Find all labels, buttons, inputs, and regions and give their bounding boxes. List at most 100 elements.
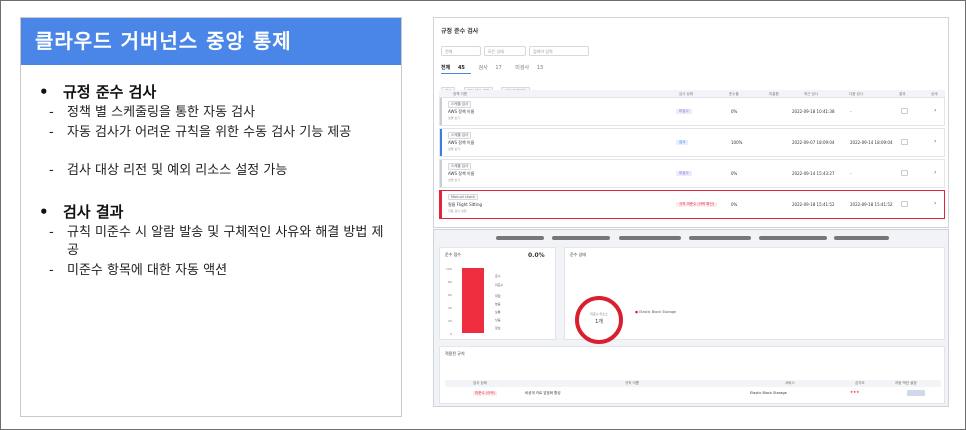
legend-item: 높음	[495, 302, 501, 306]
policy-name[interactable]: AWS 정책 이름	[448, 109, 474, 115]
ring-label: 미준수 리소스	[590, 312, 608, 316]
resource-legend: ● Elastic Block Storage	[635, 310, 676, 314]
chevron-right-icon[interactable]: ›	[934, 107, 936, 114]
y-tick: 80	[448, 280, 452, 284]
row-accent	[440, 191, 442, 218]
y-tick: 60	[448, 293, 452, 297]
list-item: - 자동 검사가 어려운 규칙을 위한 수동 검사 기능 제공	[49, 125, 352, 140]
next-check: -	[850, 109, 852, 114]
list-item: - 검사 대상 리전 및 예외 리소스 설정 가능	[49, 163, 288, 178]
chevron-right-icon[interactable]: ›	[934, 169, 936, 176]
legend-item: 정보	[495, 326, 501, 330]
compliance-rate: 0%	[731, 109, 738, 114]
tab-all[interactable]: 전체 45	[441, 65, 471, 74]
tab-unchecked[interactable]: 미검사 13	[515, 65, 549, 71]
next-check: 2022-09-18 15:41:52	[850, 202, 893, 207]
result-button[interactable]	[901, 139, 908, 145]
table-row[interactable]: 스케줄 검사 AWS 정책 이름 설명 보기 미검사 0% 2022-09-14 15:4…	[439, 159, 945, 188]
status-badge: 검사	[676, 140, 689, 145]
th: 규칙 이름	[625, 381, 639, 385]
th: 서비스	[785, 381, 795, 385]
last-check: 2022-09-18 10:41:38	[792, 109, 835, 114]
policy-name[interactable]: AWS 정책 이름	[448, 171, 474, 177]
legend-item: 낮음	[495, 318, 501, 322]
status-badge: 규칙 미준수 (이력 확인)	[676, 202, 718, 207]
status-badge: 미준수 (이력)	[473, 391, 497, 396]
result-button[interactable]	[901, 170, 908, 176]
rule-name: 비공개 키로 암호화 활성	[525, 391, 561, 395]
tab-bar: 전체 45 검사 17 미검사 13	[441, 64, 555, 74]
row-accent	[440, 160, 442, 187]
redacted-bar	[834, 236, 889, 240]
rules-table-header: 검사 상태 규칙 이름 서비스 심각도 자동 액션 설정	[445, 380, 941, 387]
redacted-bar	[689, 236, 751, 240]
compliance-rate: 100%	[731, 140, 743, 145]
compliance-rate: 0%	[731, 171, 738, 176]
status-select[interactable]: 모든 상태	[484, 46, 526, 56]
last-check: 2022-09-07 18:09:04	[792, 140, 835, 145]
redacted-bar	[759, 236, 827, 240]
list-item: - 규칙 미준수 시 알람 발송 및 구체적인 사유와 해결 방법 제공	[49, 225, 384, 258]
policy-name[interactable]: 필름 Flight Sitting	[448, 202, 482, 208]
compliance-rate: 0%	[731, 202, 738, 207]
y-tick: 20	[448, 319, 452, 323]
last-check: 2022-09-18 15:41:52	[792, 202, 835, 207]
policy-sub: 설명 보기	[448, 178, 460, 182]
page-title: 규정 준수 검사	[441, 28, 479, 35]
result-button[interactable]	[901, 201, 908, 207]
rules-title: 적용된 규칙	[445, 351, 465, 356]
result-dashboard-screenshot: 준수 점수 0.0% 100 80 60 40 20 0 준수 미준수 위험 높…	[433, 229, 949, 407]
slide-title: 클라우드 거버넌스 중앙 통제	[21, 18, 401, 65]
legend-item: 위험	[495, 294, 501, 298]
slide-text-panel: 클라우드 거버넌스 중앙 통제 • 규정 준수 검사 - 정책 별 스케줄링을 통한…	[20, 17, 402, 417]
noncompliant-bar	[462, 268, 484, 333]
check-type-tag: 스케줄 검사	[448, 132, 472, 139]
redacted-bar	[496, 236, 544, 240]
section-heading-results: • 검사 결과	[39, 203, 124, 221]
table-row[interactable]: 미준수 (이력) 비공개 키로 암호화 활성 Elastic Block Sto…	[445, 389, 941, 398]
tab-checked[interactable]: 검사 17	[479, 65, 508, 71]
table-row[interactable]: Manual check 필름 Flight Sitting 자동 검사 설정 규칙 …	[439, 190, 945, 219]
list-item: - 미준수 항목에 대한 자동 액션	[49, 263, 228, 278]
legend-item: 준수	[495, 274, 501, 278]
compliance-list-screenshot: 규정 준수 검사 전체 모든 상태 검색어 입력 전체 45 검사 17 미검사…	[433, 17, 949, 228]
redacted-bar	[552, 236, 610, 240]
policy-sub: 자동 검사 설정	[448, 209, 467, 213]
th: 검사 상태	[473, 381, 487, 385]
search-input[interactable]: 검색어 입력	[529, 46, 589, 56]
section-heading-compliance: • 규정 준수 검사	[39, 83, 157, 101]
table-row[interactable]: 스케줄 검사 AWS 정책 이름 설명 보기 미검사 0% 2022-09-18 10:4…	[439, 97, 945, 126]
row-accent	[440, 98, 442, 125]
chevron-right-icon[interactable]: ›	[934, 200, 936, 207]
y-tick: 0	[450, 332, 452, 336]
status-badge: 미검사	[676, 171, 692, 176]
noncompliant-ring-chart: 미준수 리소스 1개	[575, 296, 623, 344]
legend-item: 보통	[495, 310, 501, 314]
resource-name: Elastic Block Storage	[639, 310, 676, 314]
rules-table-card: 적용된 규칙 검사 상태 규칙 이름 서비스 심각도 자동 액션 설정 미준수 …	[439, 346, 945, 404]
policy-sub: 설명 보기	[448, 116, 460, 120]
result-button[interactable]	[901, 108, 908, 114]
policy-sub: 설명 보기	[448, 147, 460, 151]
table-row[interactable]: 스케줄 검사 AWS 정책 이름 설명 보기 검사 100% 2022-09-07 18:…	[439, 128, 945, 157]
legend-item: 미준수	[495, 283, 504, 287]
ring-value: 1개	[595, 319, 603, 325]
status-badge: 미검사	[676, 109, 692, 114]
check-type-tag: 스케줄 검사	[448, 101, 472, 108]
service-name: Elastic Block Storage	[750, 391, 787, 395]
filter-select[interactable]: 전체	[441, 46, 481, 56]
last-check: 2022-09-14 15:43:27	[792, 171, 835, 176]
auto-action-toggle[interactable]	[907, 390, 925, 396]
score-card: 준수 점수 0.0% 100 80 60 40 20 0 준수 미준수 위험 높…	[439, 247, 556, 340]
next-check: -	[850, 171, 852, 176]
policy-name[interactable]: AWS 정책 이름	[448, 140, 474, 146]
status-title: 준수 상태	[570, 252, 586, 257]
th: 심각도	[855, 381, 865, 385]
list-item: - 정책 별 스케줄링을 통한 자동 검사	[49, 105, 256, 120]
chevron-right-icon[interactable]: ›	[934, 138, 936, 145]
y-tick: 40	[448, 306, 452, 310]
row-accent	[440, 129, 442, 156]
redacted-bar	[619, 236, 681, 240]
dot-icon: ●	[635, 310, 639, 314]
th: 자동 액션 설정	[895, 381, 917, 385]
